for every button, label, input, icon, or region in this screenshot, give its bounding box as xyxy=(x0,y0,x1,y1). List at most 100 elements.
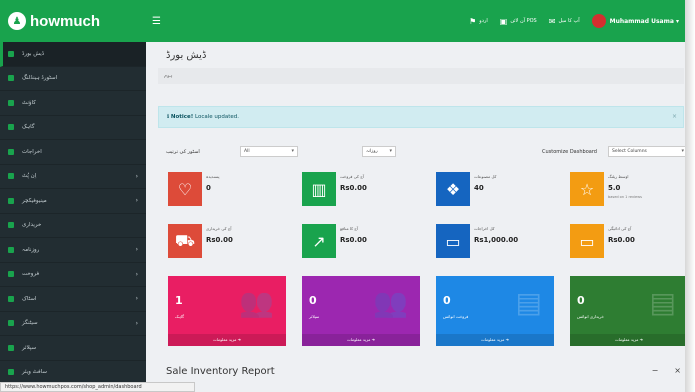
mail-menu[interactable]: ✉ آپ کا میل xyxy=(549,17,580,26)
window-shadow xyxy=(685,0,695,392)
notice-alert: ℹ Notice! Locale updated. × xyxy=(158,106,684,128)
menu-icon xyxy=(8,246,14,253)
info-box: ▭ کل اخراجات Rs1,000.00 xyxy=(436,224,556,262)
customize-select[interactable]: Select Columns xyxy=(608,146,685,157)
monitor-icon: ▣ xyxy=(499,16,508,26)
stat-box: 0 فروخت انوائس ▤ مزید معلومات ➜ xyxy=(436,276,554,346)
info-box-label: آج کی ادائیگی xyxy=(608,226,632,231)
sidebar-item[interactable]: اسٹورڈ ہینڈلنگ xyxy=(0,67,146,91)
breadcrumb[interactable]: ہوم xyxy=(158,68,684,84)
more-info-link[interactable]: مزید معلومات ➜ xyxy=(302,334,420,346)
info-box: ☆ اوسط ریٹنگ 5.0 based on 1 reviews xyxy=(570,172,685,210)
header-right: ⚑ اردو ▣ آن لائن POS ✉ آپ کا میل Muhamma… xyxy=(469,0,679,42)
stat-box-label: خریداری انوائس xyxy=(577,314,604,319)
close-icon[interactable]: × xyxy=(674,366,681,375)
stat-box-number: 0 xyxy=(443,294,451,307)
envelope-icon: ✉ xyxy=(548,16,556,26)
sidebar-item[interactable]: سپلائر xyxy=(0,336,146,361)
close-icon[interactable]: × xyxy=(672,113,677,120)
more-info-link[interactable]: مزید معلومات ➜ xyxy=(436,334,554,346)
sidebar-item[interactable]: خریداری xyxy=(0,214,146,238)
stat-box: 1 گاہک 👥 مزید معلومات ➜ xyxy=(168,276,286,346)
stat-box-number: 0 xyxy=(309,294,317,307)
sidebar-item-label: کاؤنٹ xyxy=(22,99,36,106)
info-box: ↗ آج کا منافع Rs0.00 xyxy=(302,224,422,262)
menu-icon xyxy=(8,124,14,131)
stat-box-label: فروخت انوائس xyxy=(443,314,469,319)
browser-status-bar: https://www.howmuchpos.com/shop_admin/da… xyxy=(0,382,195,392)
more-info-link[interactable]: مزید معلومات ➜ xyxy=(168,334,286,346)
cubes-icon: ❖ xyxy=(436,172,470,206)
stat-box: 0 سپلائر 👥 مزید معلومات ➜ xyxy=(302,276,420,346)
more-info-label: مزید معلومات xyxy=(212,337,237,342)
users-icon: 👥 xyxy=(373,286,408,319)
sidebar-item[interactable]: روزنامہ › xyxy=(0,238,146,263)
app-window: ♟ howmuch ☰ ⚑ اردو ▣ آن لائن POS ✉ آپ کا… xyxy=(0,0,685,392)
info-box-label: کل اخراجات xyxy=(474,226,495,231)
info-icon: ℹ xyxy=(167,114,170,120)
sidebar-item[interactable]: مینیوفیکچر › xyxy=(0,189,146,214)
sidebar-item[interactable]: اسٹاک › xyxy=(0,287,146,312)
info-box-value: 5.0 xyxy=(608,184,621,192)
breadcrumb-home[interactable]: ہوم xyxy=(164,73,173,79)
language-menu[interactable]: ⚑ اردو xyxy=(469,17,488,26)
info-box-value: Rs0.00 xyxy=(608,236,635,244)
menu-icon xyxy=(8,75,14,82)
info-box-value: Rs0.00 xyxy=(340,184,367,192)
info-box: ⛟ آج کی خریداری Rs0.00 xyxy=(168,224,288,262)
customize-label: Customize Dashboard xyxy=(542,149,597,155)
user-menu[interactable]: Muhammad Usama ▾ xyxy=(591,14,679,28)
chevron-right-icon: › xyxy=(135,270,138,278)
chevron-right-icon: › xyxy=(135,172,138,180)
money-icon: ▭ xyxy=(570,224,604,258)
sidebar-item-label: مینیوفیکچر xyxy=(22,197,47,204)
heart-icon: ♡ xyxy=(168,172,202,206)
pos-label: آن لائن POS xyxy=(510,18,537,24)
report-controls: − × xyxy=(652,366,681,375)
sidebar-item-label: سافٹ ویئر xyxy=(22,369,47,376)
alert-title: Notice! xyxy=(170,114,194,120)
menu-toggle-icon[interactable]: ☰ xyxy=(152,16,161,27)
minimize-icon[interactable]: − xyxy=(652,366,659,375)
stat-box-label: گاہک xyxy=(175,314,185,319)
money-icon: ▭ xyxy=(436,224,470,258)
sidebar-item-label: فروخت xyxy=(22,271,40,278)
cart-icon: ⛟ xyxy=(168,224,202,258)
sidebar-item[interactable]: اِن پُٹ › xyxy=(0,165,146,189)
sidebar-item-label: اسٹورڈ ہینڈلنگ xyxy=(22,75,58,82)
sidebar-item[interactable]: گاہک xyxy=(0,116,146,140)
sidebar-item[interactable]: سیٹنگز › xyxy=(0,312,146,336)
menu-icon xyxy=(8,50,14,57)
report-title: Sale Inventory Report xyxy=(166,366,275,377)
menu-icon xyxy=(8,369,14,376)
sidebar-item-label: اسٹاک xyxy=(22,295,37,302)
menu-icon xyxy=(8,344,14,351)
info-box-label: پسندیدہ xyxy=(206,174,220,179)
brand-name: howmuch xyxy=(30,12,100,30)
sidebar-item-label: سپلائر xyxy=(22,344,37,351)
sidebar-item-label: گاہک xyxy=(22,124,35,131)
info-box-label: آج کی فروخت xyxy=(340,174,364,179)
more-info-link[interactable]: مزید معلومات ➜ xyxy=(570,334,685,346)
info-box-label: اوسط ریٹنگ xyxy=(608,174,629,179)
chevron-right-icon: › xyxy=(135,246,138,253)
trend-icon: ↗ xyxy=(302,224,336,258)
sidebar-item[interactable]: ڈیش بورڈ xyxy=(0,42,146,67)
users-icon: 👥 xyxy=(239,286,274,319)
brand-logo[interactable]: ♟ howmuch xyxy=(0,0,146,42)
info-box: ▥ آج کی فروخت Rs0.00 xyxy=(302,172,422,210)
sidebar-item[interactable]: اخراجات xyxy=(0,140,146,165)
info-box-value: Rs0.00 xyxy=(206,236,233,244)
info-box: ❖ کل مصنوعات 40 xyxy=(436,172,556,210)
menu-icon xyxy=(8,295,14,302)
alert-message: Locale updated. xyxy=(195,114,240,120)
sidebar-item-label: ڈیش بورڈ xyxy=(22,50,45,57)
menu-icon xyxy=(8,99,14,106)
star-icon: ☆ xyxy=(570,172,604,206)
sidebar-item[interactable]: کاؤنٹ xyxy=(0,91,146,116)
sidebar-item[interactable]: فروخت › xyxy=(0,263,146,287)
pos-link[interactable]: ▣ آن لائن POS xyxy=(500,17,537,26)
all-select[interactable]: All xyxy=(240,146,298,157)
period-select[interactable]: روزانہ xyxy=(362,146,396,157)
more-info-label: مزید معلومات xyxy=(480,337,505,342)
